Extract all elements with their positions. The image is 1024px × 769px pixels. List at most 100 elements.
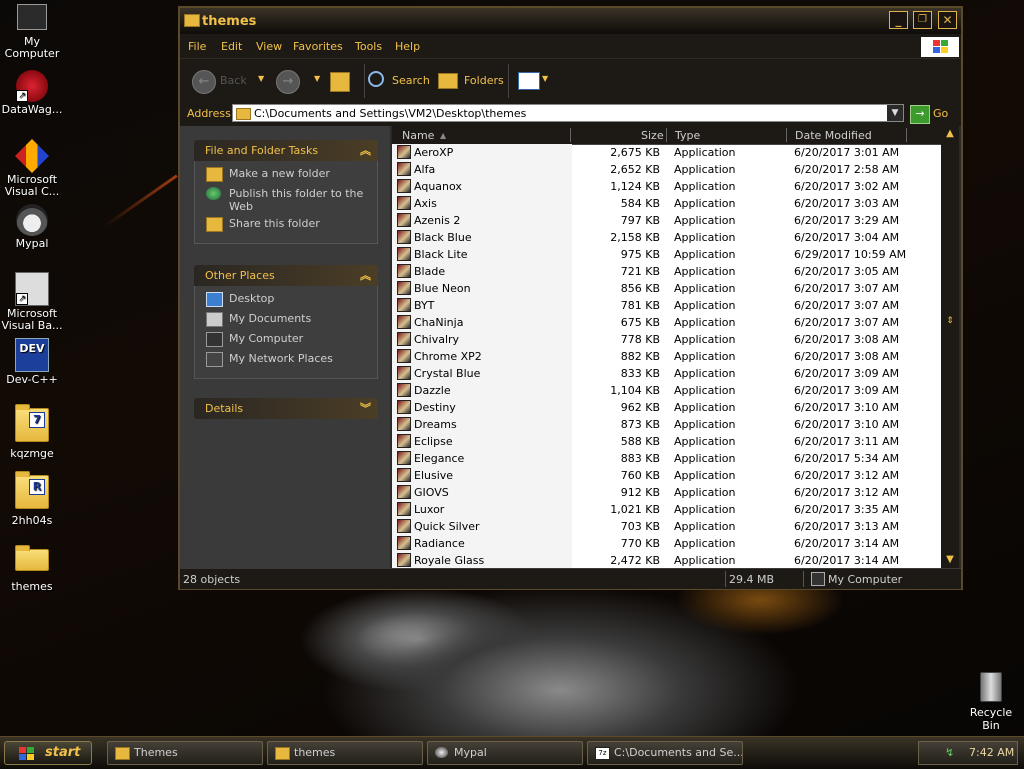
back-button-label[interactable]: Back: [220, 74, 247, 87]
column-type[interactable]: Type: [675, 129, 700, 142]
file-row[interactable]: Dazzle 1,104 KB Application 6/20/2017 3:09 …: [392, 382, 941, 399]
file-row[interactable]: Elusive 760 KB Application 6/20/2017 3:12 A…: [392, 467, 941, 484]
file-row[interactable]: Dreams 873 KB Application 6/20/2017 3:10 AM: [392, 416, 941, 433]
file-row[interactable]: Black Lite 975 KB Application 6/29/2017 10:…: [392, 246, 941, 263]
file-row[interactable]: Axis 584 KB Application 6/20/2017 3:03 AM: [392, 195, 941, 212]
file-row[interactable]: Alfa 2,652 KB Application 6/20/2017 2:58 AM: [392, 161, 941, 178]
menu-favorites[interactable]: Favorites: [293, 40, 343, 53]
file-size: 833 KB: [620, 367, 660, 380]
file-row[interactable]: Luxor 1,021 KB Application 6/20/2017 3:35 A…: [392, 501, 941, 518]
file-row[interactable]: AeroXP 2,675 KB Application 6/20/2017 3:01 …: [392, 144, 941, 161]
title-bar[interactable]: themes _ ❐ ✕: [180, 8, 961, 34]
toolbar-separator: [508, 64, 509, 98]
maximize-button[interactable]: ❐: [913, 11, 932, 29]
file-row[interactable]: BYT 781 KB Application 6/20/2017 3:07 AM: [392, 297, 941, 314]
menu-edit[interactable]: Edit: [221, 40, 242, 53]
scroll-up-icon[interactable]: ▲: [941, 126, 959, 142]
file-row[interactable]: Chivalry 778 KB Application 6/20/2017 3:08 …: [392, 331, 941, 348]
column-separator[interactable]: [666, 128, 667, 142]
scroll-thumb[interactable]: ⇕: [944, 316, 956, 336]
address-dropdown-icon[interactable]: ▼: [887, 105, 903, 121]
forward-arrow-icon[interactable]: →: [276, 70, 300, 94]
go-button[interactable]: Go: [933, 107, 948, 120]
desktop-icon-mypal[interactable]: Mypal: [0, 204, 69, 250]
taskbar-button-7zip[interactable]: 7z C:\Documents and Se...: [587, 741, 743, 765]
column-size[interactable]: Size: [641, 129, 664, 142]
close-button[interactable]: ✕: [938, 11, 957, 29]
desktop-link[interactable]: Desktop: [206, 292, 377, 312]
file-row[interactable]: GIOVS 912 KB Application 6/20/2017 3:12 AM: [392, 484, 941, 501]
column-separator[interactable]: [906, 128, 907, 142]
forward-dropdown-icon[interactable]: ▼: [314, 74, 320, 83]
minimize-button[interactable]: _: [889, 11, 908, 29]
collapse-chevron-icon[interactable]: ︽: [360, 140, 371, 161]
file-row[interactable]: Chrome XP2 882 KB Application 6/20/2017 3:0…: [392, 348, 941, 365]
file-list-pane: Name ▲ Size Type Date Modified AeroXP 2,6…: [392, 126, 959, 568]
other-places-header[interactable]: Other Places ︽: [194, 265, 378, 286]
desktop-icon-visual-c[interactable]: Microsoft Visual C...: [0, 139, 69, 198]
file-row[interactable]: Crystal Blue 833 KB Application 6/20/2017 3…: [392, 365, 941, 382]
collapse-chevron-icon[interactable]: ︽: [360, 265, 371, 286]
column-separator[interactable]: [570, 128, 571, 142]
vertical-scrollbar[interactable]: ▲ ⇕ ▼: [941, 126, 959, 568]
desktop-icon-devcpp[interactable]: DEV Dev-C++: [0, 338, 69, 386]
desktop-icon-themes[interactable]: themes: [0, 545, 69, 593]
desktop-icon-label: Computer: [4, 47, 60, 60]
go-arrow-icon[interactable]: →: [910, 105, 930, 124]
address-input[interactable]: C:\Documents and Settings\VM2\Desktop\th…: [232, 104, 904, 122]
desktop-icon-kqzmge[interactable]: 7 kqzmge: [0, 404, 69, 460]
file-row[interactable]: Blue Neon 856 KB Application 6/20/2017 3:07…: [392, 280, 941, 297]
taskbar-button-themes-1[interactable]: Themes: [107, 741, 263, 765]
folders-button[interactable]: Folders: [464, 74, 504, 87]
file-row[interactable]: Aquanox 1,124 KB Application 6/20/2017 3:02…: [392, 178, 941, 195]
file-row[interactable]: Royale Glass 2,472 KB Application 6/20/2017…: [392, 552, 941, 568]
taskbar-button-mypal[interactable]: Mypal: [427, 741, 583, 765]
make-new-folder-link[interactable]: Make a new folder: [206, 167, 377, 187]
views-icon[interactable]: [518, 72, 540, 90]
column-separator[interactable]: [786, 128, 787, 142]
clock[interactable]: 7:42 AM: [969, 742, 1014, 764]
desktop-icon-2hh04s[interactable]: R 2hh04s: [0, 471, 69, 527]
file-row[interactable]: Azenis 2 797 KB Application 6/20/2017 3:29 …: [392, 212, 941, 229]
column-name[interactable]: Name: [402, 129, 434, 142]
file-row[interactable]: Eclipse 588 KB Application 6/20/2017 3:11 A…: [392, 433, 941, 450]
file-row[interactable]: Black Blue 2,158 KB Application 6/20/2017 3…: [392, 229, 941, 246]
details-header[interactable]: Details ︾: [194, 398, 378, 419]
search-icon[interactable]: [368, 71, 384, 87]
desktop-icon-datawag[interactable]: ↗ DataWag...: [0, 70, 69, 116]
file-row[interactable]: ChaNinja 675 KB Application 6/20/2017 3:07 …: [392, 314, 941, 331]
file-row[interactable]: Destiny 962 KB Application 6/20/2017 3:10 A…: [392, 399, 941, 416]
file-date: 6/20/2017 3:09 AM: [794, 367, 900, 380]
folders-icon[interactable]: [438, 73, 458, 89]
search-button[interactable]: Search: [392, 74, 430, 87]
menu-file[interactable]: File: [188, 40, 206, 53]
file-name: ChaNinja: [414, 316, 464, 329]
network-tray-icon[interactable]: ↯: [945, 747, 957, 759]
scroll-down-icon[interactable]: ▼: [941, 552, 959, 568]
publish-folder-link[interactable]: Publish this folder to the Web: [206, 187, 377, 217]
expand-chevron-icon[interactable]: ︾: [360, 398, 371, 419]
back-arrow-icon[interactable]: ←: [192, 70, 216, 94]
file-row[interactable]: Radiance 770 KB Application 6/20/2017 3:14 …: [392, 535, 941, 552]
menu-help[interactable]: Help: [395, 40, 420, 53]
desktop-icon-recycle-bin[interactable]: Recycle Bin: [960, 672, 1022, 732]
back-dropdown-icon[interactable]: ▼: [258, 74, 264, 83]
file-row[interactable]: Quick Silver 703 KB Application 6/20/2017 3…: [392, 518, 941, 535]
file-row[interactable]: Blade 721 KB Application 6/20/2017 3:05 AM: [392, 263, 941, 280]
views-dropdown-icon[interactable]: ▼: [542, 74, 548, 83]
file-folder-tasks-header[interactable]: File and Folder Tasks ︽: [194, 140, 378, 161]
desktop-icon-visual-basic[interactable]: ↗ Microsoft Visual Ba...: [0, 272, 69, 332]
start-button[interactable]: start: [4, 741, 92, 765]
column-date[interactable]: Date Modified: [795, 129, 872, 142]
menu-tools[interactable]: Tools: [355, 40, 382, 53]
up-folder-icon[interactable]: [330, 72, 350, 92]
file-row[interactable]: Elegance 883 KB Application 6/20/2017 5:34 …: [392, 450, 941, 467]
desktop-icon-my-computer[interactable]: My Computer: [0, 4, 69, 60]
my-network-places-link[interactable]: My Network Places: [206, 352, 377, 372]
my-documents-link[interactable]: My Documents: [206, 312, 377, 332]
menu-view[interactable]: View: [256, 40, 282, 53]
share-folder-link[interactable]: Share this folder: [206, 217, 377, 237]
file-name: Destiny: [414, 401, 456, 414]
my-computer-link[interactable]: My Computer: [206, 332, 377, 352]
taskbar-button-themes-2[interactable]: themes: [267, 741, 423, 765]
